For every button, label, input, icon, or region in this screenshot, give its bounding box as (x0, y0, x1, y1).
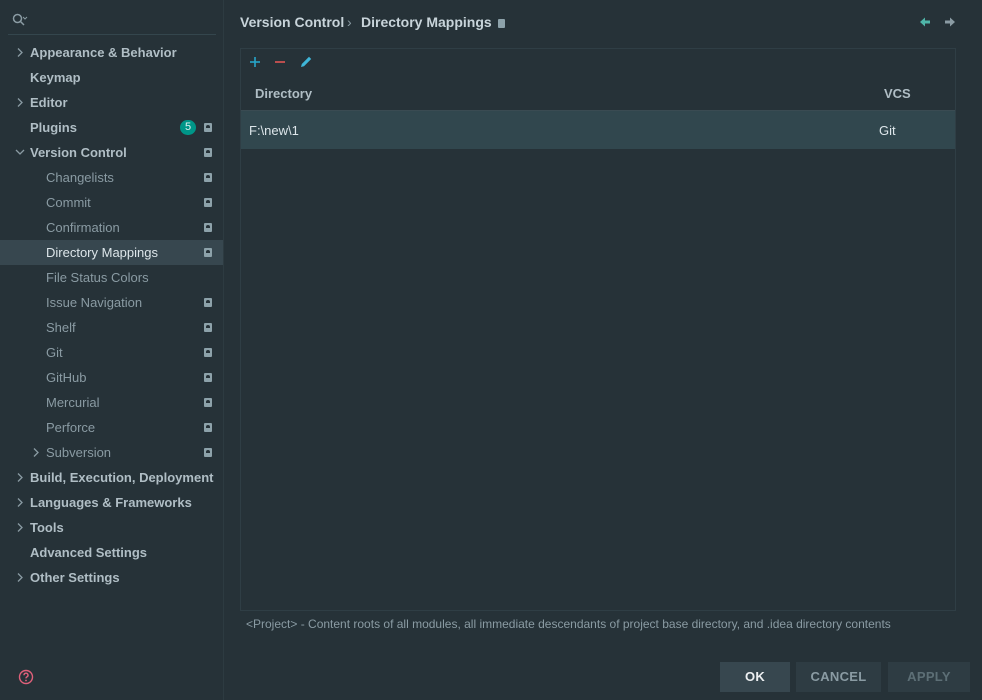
sidebar-item-label: File Status Colors (46, 270, 149, 285)
sidebar-item-file-status-colors[interactable]: File Status Colors (0, 265, 223, 290)
project-level-icon (204, 148, 212, 157)
sidebar-item-shelf[interactable]: Shelf (0, 315, 223, 340)
sidebar-item-label: Confirmation (46, 220, 120, 235)
sidebar-item-version-control[interactable]: Version Control (0, 140, 223, 165)
sidebar-item-label: Appearance & Behavior (30, 45, 177, 60)
apply-button[interactable]: APPLY (888, 662, 970, 692)
table-toolbar (241, 49, 955, 75)
search-icon (12, 13, 28, 26)
chevron-right-icon[interactable] (14, 515, 26, 540)
sidebar-item-label: Issue Navigation (46, 295, 143, 310)
sidebar-item-label: Advanced Settings (30, 545, 148, 560)
help-icon[interactable] (18, 669, 34, 685)
chevron-right-icon[interactable] (30, 440, 42, 465)
sidebar-item-commit[interactable]: Commit (0, 190, 223, 215)
sidebar-item-git[interactable]: Git (0, 340, 223, 365)
project-level-icon (204, 248, 212, 257)
project-level-icon (204, 448, 212, 457)
project-level-icon (204, 173, 212, 182)
ok-button[interactable]: OK (720, 662, 790, 692)
sidebar-item-label: Version Control (30, 145, 127, 160)
sidebar-item-keymap[interactable]: Keymap (0, 65, 223, 90)
sidebar-item-label: Perforce (46, 420, 96, 435)
forward-arrow-icon[interactable] (943, 14, 957, 30)
sidebar-item-label: GitHub (46, 370, 87, 385)
cancel-button[interactable]: CANCEL (796, 662, 881, 692)
plugins-update-badge: 5 (180, 120, 196, 135)
mappings-panel: Directory VCS F:\new\1 Git (240, 48, 956, 611)
sidebar-item-changelists[interactable]: Changelists (0, 165, 223, 190)
sidebar-item-subversion[interactable]: Subversion (0, 440, 223, 465)
search-input[interactable] (8, 6, 216, 35)
sidebar-item-label: Commit (46, 195, 91, 210)
sidebar-item-advanced-settings[interactable]: Advanced Settings (0, 540, 223, 565)
chevron-right-icon[interactable] (14, 565, 26, 590)
sidebar-item-mercurial[interactable]: Mercurial (0, 390, 223, 415)
sidebar-item-languages-frameworks[interactable]: Languages & Frameworks (0, 490, 223, 515)
sidebar-item-label: Changelists (46, 170, 114, 185)
project-level-icon (204, 348, 212, 357)
chevron-right-icon[interactable] (14, 490, 26, 515)
project-level-icon (204, 223, 212, 232)
back-arrow-icon[interactable] (918, 14, 932, 30)
breadcrumb-current: Directory Mappings (361, 14, 492, 30)
chevron-right-icon[interactable] (14, 465, 26, 490)
project-level-icon (204, 373, 212, 382)
sidebar-item-plugins[interactable]: Plugins 5 (0, 115, 223, 140)
column-header-directory[interactable]: Directory (255, 86, 312, 101)
sidebar-item-perforce[interactable]: Perforce (0, 415, 223, 440)
sidebar-item-label: Git (46, 345, 63, 360)
project-level-icon (204, 323, 212, 332)
table-row[interactable]: F:\new\1 Git (241, 111, 955, 149)
sidebar-item-other-settings[interactable]: Other Settings (0, 565, 223, 590)
add-icon[interactable] (247, 54, 263, 70)
cell-directory: F:\new\1 (249, 123, 299, 138)
cell-vcs: Git (879, 123, 896, 138)
sidebar-item-label: Tools (30, 520, 64, 535)
sidebar-item-build-execution-deployment[interactable]: Build, Execution, Deployment (0, 465, 223, 490)
breadcrumb-parent[interactable]: Version Control (240, 14, 344, 30)
column-header-vcs[interactable]: VCS (884, 86, 911, 101)
sidebar-item-appearance-behavior[interactable]: Appearance & Behavior (0, 40, 223, 65)
sidebar-item-github[interactable]: GitHub (0, 365, 223, 390)
sidebar-item-label: Keymap (30, 70, 81, 85)
sidebar-item-label: Mercurial (46, 395, 100, 410)
project-level-icon (204, 123, 212, 132)
chevron-right-icon[interactable] (14, 90, 26, 115)
chevron-right-icon[interactable] (14, 40, 26, 65)
sidebar-item-issue-navigation[interactable]: Issue Navigation (0, 290, 223, 315)
sidebar-item-editor[interactable]: Editor (0, 90, 223, 115)
table-header: Directory VCS (241, 79, 955, 111)
sidebar-item-label: Directory Mappings (46, 245, 158, 260)
breadcrumb-separator: › (347, 14, 352, 30)
sidebar-item-label: Build, Execution, Deployment (30, 470, 214, 485)
project-level-icon (498, 19, 505, 28)
project-level-icon (204, 298, 212, 307)
project-level-icon (204, 198, 212, 207)
edit-icon[interactable] (298, 54, 314, 70)
sidebar-item-label: Languages & Frameworks (30, 495, 192, 510)
project-level-icon (204, 423, 212, 432)
sidebar-item-label: Subversion (46, 445, 112, 460)
sidebar-item-label: Shelf (46, 320, 76, 335)
sidebar-item-confirmation[interactable]: Confirmation (0, 215, 223, 240)
project-note: <Project> - Content roots of all modules… (246, 617, 891, 631)
settings-sidebar: Appearance & Behavior Keymap Editor Plugins… (0, 0, 224, 700)
sidebar-item-tools[interactable]: Tools (0, 515, 223, 540)
sidebar-item-label: Other Settings (30, 570, 120, 585)
sidebar-item-directory-mappings[interactable]: Directory Mappings (0, 240, 223, 265)
sidebar-item-label: Plugins (30, 120, 77, 135)
sidebar-item-label: Editor (30, 95, 68, 110)
remove-icon[interactable] (272, 54, 288, 70)
chevron-down-icon[interactable] (14, 140, 26, 165)
project-level-icon (204, 398, 212, 407)
